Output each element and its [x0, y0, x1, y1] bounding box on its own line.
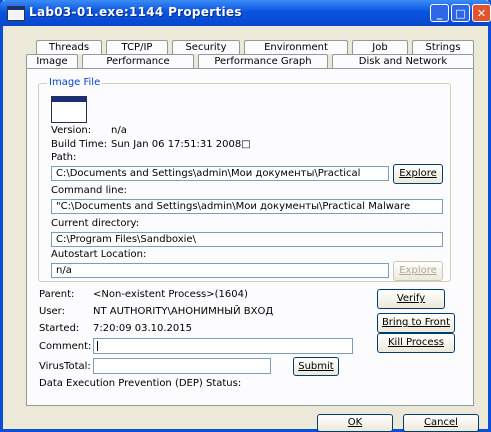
explore-button[interactable]: Explore: [393, 164, 443, 184]
tab-tcpip[interactable]: TCP/IP: [106, 40, 168, 54]
tab-security[interactable]: Security: [172, 40, 240, 54]
comment-label: Comment:: [39, 341, 92, 352]
kill-process-button[interactable]: Kill Process: [377, 333, 455, 353]
autostart-explore-button[interactable]: Explore: [393, 261, 443, 281]
user-value: NT AUTHORITY\АНОНИМНЫЙ ВХОД: [93, 306, 274, 317]
parent-value: <Non-existent Process>(1604): [93, 289, 248, 300]
user-label: User:: [39, 306, 65, 317]
tab-disk-and-network[interactable]: Disk and Network: [332, 54, 474, 68]
tab-performance[interactable]: Performance: [82, 54, 194, 68]
parent-label: Parent:: [39, 289, 75, 300]
virustotal-label: VirusTotal:: [39, 361, 91, 372]
maximize-button[interactable]: □: [451, 4, 470, 22]
autostart-location-field[interactable]: n/a: [51, 263, 389, 278]
tab-environment[interactable]: Environment: [244, 40, 348, 54]
ok-button[interactable]: OK: [317, 414, 393, 432]
window-title: Lab03-01.exe:1144 Properties: [29, 5, 242, 19]
command-line-label: Command line:: [51, 185, 127, 196]
started-label: Started:: [39, 323, 80, 334]
build-time-value: Sun Jan 06 17:51:31 2008□: [111, 139, 251, 150]
dep-status-label: Data Execution Prevention (DEP) Status:: [39, 378, 242, 389]
tab-image[interactable]: Image: [26, 54, 78, 69]
application-icon: [51, 96, 87, 123]
build-time-label: Build Time:: [51, 139, 108, 150]
text-caret: [97, 341, 98, 351]
tab-threads[interactable]: Threads: [36, 40, 102, 54]
autostart-location-label: Autostart Location:: [51, 249, 147, 260]
version-value: n/a: [111, 125, 127, 136]
image-tab-panel: Image File Version: n/a Build Time: Sun …: [26, 68, 474, 406]
started-value: 7:20:09 03.10.2015: [93, 323, 192, 334]
command-line-field[interactable]: "C:\Documents and Settings\admin\Мои док…: [51, 199, 443, 214]
properties-window: Lab03-01.exe:1144 Properties _ □ ✕ Threa…: [0, 0, 491, 432]
tab-performance-graph[interactable]: Performance Graph: [198, 54, 328, 68]
image-file-group: Image File Version: n/a Build Time: Sun …: [38, 77, 451, 282]
virustotal-field: [93, 358, 271, 374]
window-app-icon: [7, 6, 25, 21]
tab-job[interactable]: Job: [352, 40, 408, 54]
image-file-group-title: Image File: [47, 77, 103, 88]
comment-input[interactable]: [93, 338, 353, 354]
verify-button[interactable]: Verify: [377, 289, 445, 309]
path-field[interactable]: C:\Documents and Settings\admin\Мои доку…: [51, 166, 389, 181]
submit-button[interactable]: Submit: [293, 357, 339, 376]
close-button[interactable]: ✕: [472, 4, 491, 22]
title-bar[interactable]: Lab03-01.exe:1144 Properties _ □ ✕: [0, 0, 491, 26]
minimize-button[interactable]: _: [430, 4, 449, 22]
current-directory-field[interactable]: C:\Program Files\Sandboxie\: [51, 232, 443, 247]
bring-to-front-button[interactable]: Bring to Front: [377, 313, 455, 333]
current-directory-label: Current directory:: [51, 218, 140, 229]
cancel-button[interactable]: Cancel: [403, 414, 479, 432]
tab-strings[interactable]: Strings: [412, 40, 474, 54]
version-label: Version:: [51, 125, 92, 136]
path-label: Path:: [51, 152, 77, 163]
